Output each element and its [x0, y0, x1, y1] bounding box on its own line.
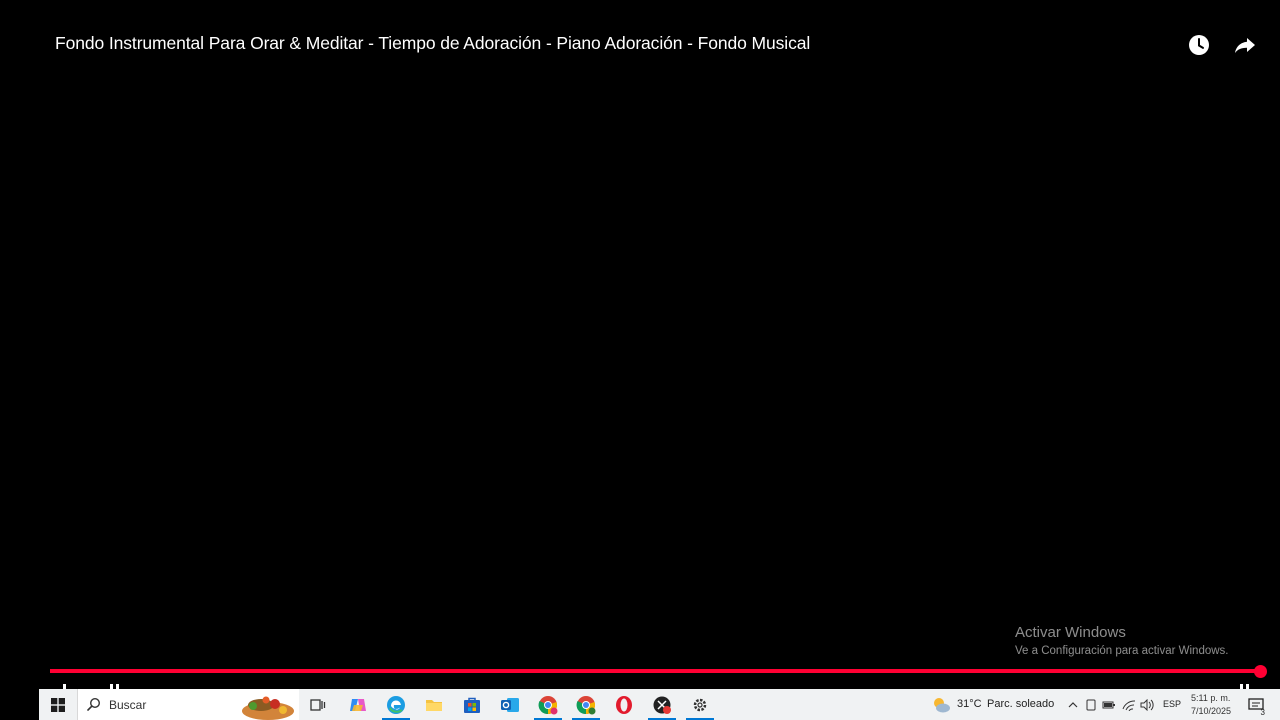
clock-date: 7/10/2025 [1191, 706, 1232, 716]
taskbar-search-box[interactable]: Buscar [77, 689, 299, 720]
pinned-app-button[interactable] [644, 689, 680, 720]
progress-bar[interactable] [50, 669, 1260, 673]
edge-icon [387, 695, 405, 714]
clock-time: 5:11 p. m. [1191, 693, 1231, 703]
chrome-profile-1-icon [538, 695, 558, 714]
file-explorer-icon [426, 699, 442, 711]
video-player[interactable]: Fondo Instrumental Para Orar & Meditar -… [0, 0, 1280, 690]
watermark-subtitle: Ve a Configuración para activar Windows. [1015, 645, 1229, 657]
network-button[interactable] [1121, 689, 1137, 720]
volume-button[interactable] [1139, 689, 1155, 720]
copilot-icon [350, 698, 366, 711]
outlook-icon [501, 697, 519, 712]
device-icon [1086, 699, 1096, 710]
edge-button[interactable] [378, 689, 414, 720]
task-view-icon [310, 698, 326, 711]
copilot-button[interactable] [340, 689, 376, 720]
search-highlight-food-icon [242, 696, 294, 720]
partly-sunny-icon [934, 697, 950, 712]
share-icon[interactable] [1233, 33, 1257, 57]
video-title: Fondo Instrumental Para Orar & Meditar -… [55, 33, 811, 53]
settings-icon [693, 698, 707, 711]
watch-later-clock-icon[interactable] [1187, 33, 1211, 57]
store-icon [464, 697, 480, 713]
microsoft-store-button[interactable] [454, 689, 490, 720]
chrome-profile-2-icon [576, 695, 596, 714]
meet-now-button[interactable] [1083, 689, 1099, 720]
settings-button[interactable] [682, 689, 718, 720]
file-explorer-button[interactable] [416, 689, 452, 720]
outlook-button[interactable] [492, 689, 528, 720]
windows-taskbar: Buscar 31°C Parc. soleado ESP 5:11 p. m.… [39, 689, 1280, 720]
windows-activation-watermark: Activar Windows Ve a Configuración para … [1015, 624, 1229, 657]
notifications-button[interactable]: 3 [1245, 689, 1267, 720]
search-placeholder: Buscar [109, 698, 147, 712]
chrome-profile-2-button[interactable] [568, 689, 604, 720]
search-icon [87, 697, 101, 711]
weather-condition: Parc. soleado [987, 698, 1055, 710]
show-hidden-icons-button[interactable] [1065, 689, 1081, 720]
task-view-button[interactable] [300, 689, 336, 720]
wifi-icon [1122, 699, 1136, 711]
start-button[interactable] [39, 689, 77, 720]
battery-icon [1102, 701, 1115, 708]
watermark-title: Activar Windows [1015, 624, 1126, 641]
notification-count-badge: 3 [1260, 708, 1265, 717]
progress-scrubber[interactable] [1254, 665, 1267, 678]
battery-button[interactable] [1101, 689, 1117, 720]
weather-temperature: 31°C [957, 698, 982, 710]
chevron-up-icon [1068, 701, 1078, 707]
language-indicator[interactable]: ESP [1163, 699, 1181, 709]
chrome-profile-1-button[interactable] [530, 689, 566, 720]
app-icon [653, 696, 671, 714]
windows-logo-icon [51, 697, 65, 712]
opera-icon [616, 695, 632, 714]
weather-button[interactable] [929, 689, 953, 720]
speaker-icon [1140, 698, 1154, 711]
opera-button[interactable] [606, 689, 642, 720]
clock[interactable]: 5:11 p. m. 7/10/2025 [1191, 692, 1231, 718]
